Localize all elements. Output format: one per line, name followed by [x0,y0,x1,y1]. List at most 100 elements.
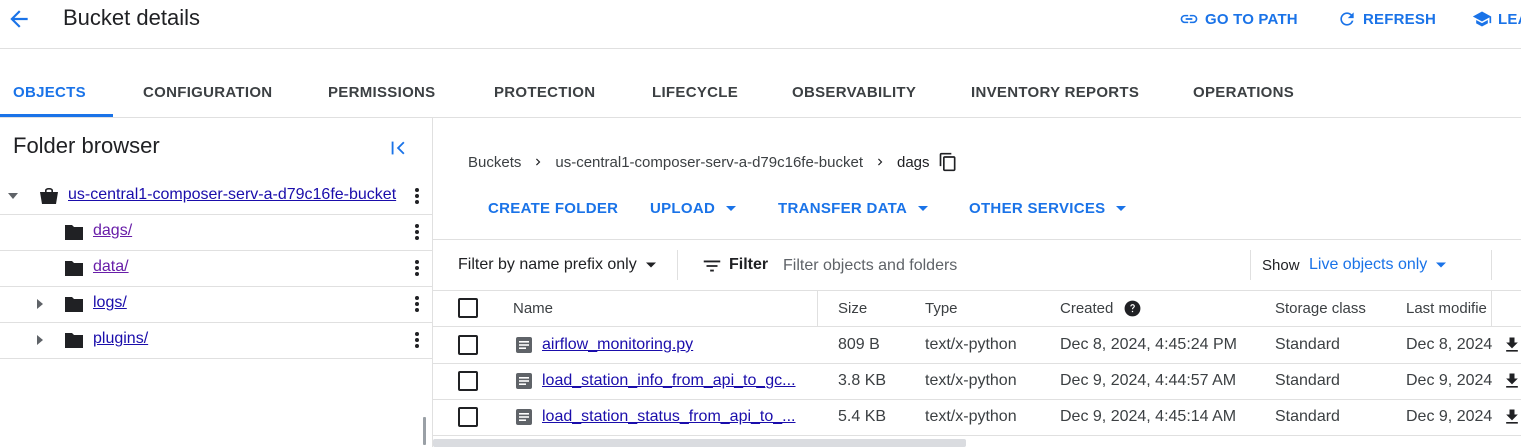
tab-observability[interactable]: OBSERVABILITY [792,84,916,101]
divider [1491,250,1492,280]
other-services-button[interactable]: OTHER SERVICES [969,198,1127,218]
column-header-storage-class[interactable]: Storage class [1275,300,1366,317]
tab-inventory-reports[interactable]: INVENTORY REPORTS [971,84,1139,101]
back-button[interactable] [6,6,32,32]
arrow-back-icon [10,10,28,28]
folder-icon [65,333,83,348]
table-header: Name Size Type Created Storage class Las… [433,291,1521,327]
file-last-modified: Dec 9, 2024 [1406,372,1493,389]
panel-resize-handle[interactable] [423,417,426,445]
learn-button[interactable]: LEA [1472,9,1521,29]
folder-icon [65,261,83,276]
filter-mode-select[interactable]: Filter by name prefix only [458,256,657,274]
breadcrumb: Buckets us-central1-composer-serv-a-d79c… [468,152,958,172]
file-size: 5.4 KB [838,408,887,425]
other-services-label: OTHER SERVICES [969,199,1106,217]
select-all-checkbox[interactable] [458,298,478,318]
file-created: Dec 9, 2024, 4:45:14 AM [1060,408,1237,425]
transfer-data-button[interactable]: TRANSFER DATA [778,198,929,218]
column-divider [1491,291,1492,326]
show-objects-select[interactable]: Live objects only [1309,256,1447,274]
file-icon [516,373,532,389]
more-vert-icon[interactable] [408,294,426,314]
filter-input[interactable] [781,254,1225,278]
tree-folder-label[interactable]: data/ [93,258,129,276]
filter-label: Filter [729,256,769,273]
column-header-type[interactable]: Type [925,300,958,317]
page-header: Bucket details GO TO PATH REFRESH LEA [0,0,1521,49]
tree-item-plugins[interactable]: plugins/ [0,322,432,359]
breadcrumb-buckets[interactable]: Buckets [468,154,521,171]
collapse-left-icon [391,141,405,155]
row-checkbox[interactable] [458,407,478,427]
refresh-button[interactable]: REFRESH [1337,9,1436,29]
tab-protection[interactable]: PROTECTION [494,84,595,101]
filter-bar: Filter by name prefix only Filter Show L… [433,240,1521,291]
copy-icon[interactable] [938,152,958,172]
filter-mode-value: Filter by name prefix only [458,256,637,273]
chevron-right-icon [536,158,541,166]
upload-button[interactable]: UPLOAD [650,198,737,218]
tree-item-data[interactable]: data/ [0,250,432,287]
column-header-name[interactable]: Name [513,300,553,317]
tab-permissions[interactable]: PERMISSIONS [328,84,436,101]
file-name-link[interactable]: load_station_info_from_api_to_gc... [542,372,796,390]
tab-lifecycle[interactable]: LIFECYCLE [652,84,738,101]
column-header-created[interactable]: Created [1060,300,1113,317]
tab-bar: OBJECTS CONFIGURATION PERMISSIONS PROTEC… [0,70,1521,118]
file-icon [516,409,532,425]
column-divider [817,291,818,326]
collapse-panel-button[interactable] [388,137,410,159]
tab-configuration[interactable]: CONFIGURATION [143,84,272,101]
more-vert-icon[interactable] [408,186,426,206]
tree-folder-label[interactable]: logs/ [93,294,127,312]
go-to-path-button[interactable]: GO TO PATH [1179,9,1298,29]
show-objects-value: Live objects only [1309,256,1428,273]
tree-folder-label[interactable]: dags/ [93,222,132,240]
tree-bucket-label[interactable]: us-central1-composer-serv-a-d79c16fe-buc… [68,186,396,204]
more-vert-icon[interactable] [408,222,426,242]
dropdown-arrow-icon [1116,206,1127,211]
create-folder-label: CREATE FOLDER [488,199,619,217]
download-icon[interactable] [1502,335,1521,355]
file-name-link[interactable]: load_station_status_from_api_to_... [542,408,796,426]
column-header-last-modified[interactable]: Last modifie [1406,300,1487,317]
folder-icon [65,225,83,240]
caret-down-icon[interactable] [5,188,21,204]
table-row[interactable]: load_station_status_from_api_to_... 5.4 … [433,399,1521,436]
caret-right-icon[interactable] [32,296,48,312]
tab-operations[interactable]: OPERATIONS [1193,84,1294,101]
table-row[interactable]: airflow_monitoring.py 809 B text/x-pytho… [433,327,1521,364]
create-folder-button[interactable]: CREATE FOLDER [488,198,618,218]
file-type: text/x-python [925,408,1017,425]
dropdown-arrow-icon [645,262,656,268]
help-icon[interactable] [1123,299,1142,318]
refresh-label: REFRESH [1363,10,1437,28]
tree-folder-label[interactable]: plugins/ [93,330,148,348]
horizontal-scrollbar[interactable] [433,439,966,447]
file-created: Dec 9, 2024, 4:44:57 AM [1060,372,1237,389]
go-to-path-label: GO TO PATH [1205,10,1298,28]
tree-item-logs[interactable]: logs/ [0,286,432,323]
file-created: Dec 8, 2024, 4:45:24 PM [1060,336,1237,353]
divider [677,250,678,280]
download-icon[interactable] [1502,407,1521,427]
file-storage-class: Standard [1275,408,1340,425]
column-header-size[interactable]: Size [838,300,867,317]
show-label: Show [1262,257,1300,274]
tree-item-bucket[interactable]: us-central1-composer-serv-a-d79c16fe-buc… [0,178,432,215]
row-checkbox[interactable] [458,335,478,355]
file-type: text/x-python [925,336,1017,353]
tab-objects[interactable]: OBJECTS [13,84,86,101]
file-type: text/x-python [925,372,1017,389]
dropdown-arrow-icon [726,206,737,211]
more-vert-icon[interactable] [408,330,426,350]
caret-right-icon[interactable] [32,332,48,348]
more-vert-icon[interactable] [408,258,426,278]
file-name-link[interactable]: airflow_monitoring.py [542,336,693,354]
breadcrumb-bucket[interactable]: us-central1-composer-serv-a-d79c16fe-buc… [555,154,863,171]
row-checkbox[interactable] [458,371,478,391]
table-row[interactable]: load_station_info_from_api_to_gc... 3.8 … [433,363,1521,400]
download-icon[interactable] [1502,371,1521,391]
tree-item-dags[interactable]: dags/ [0,214,432,251]
